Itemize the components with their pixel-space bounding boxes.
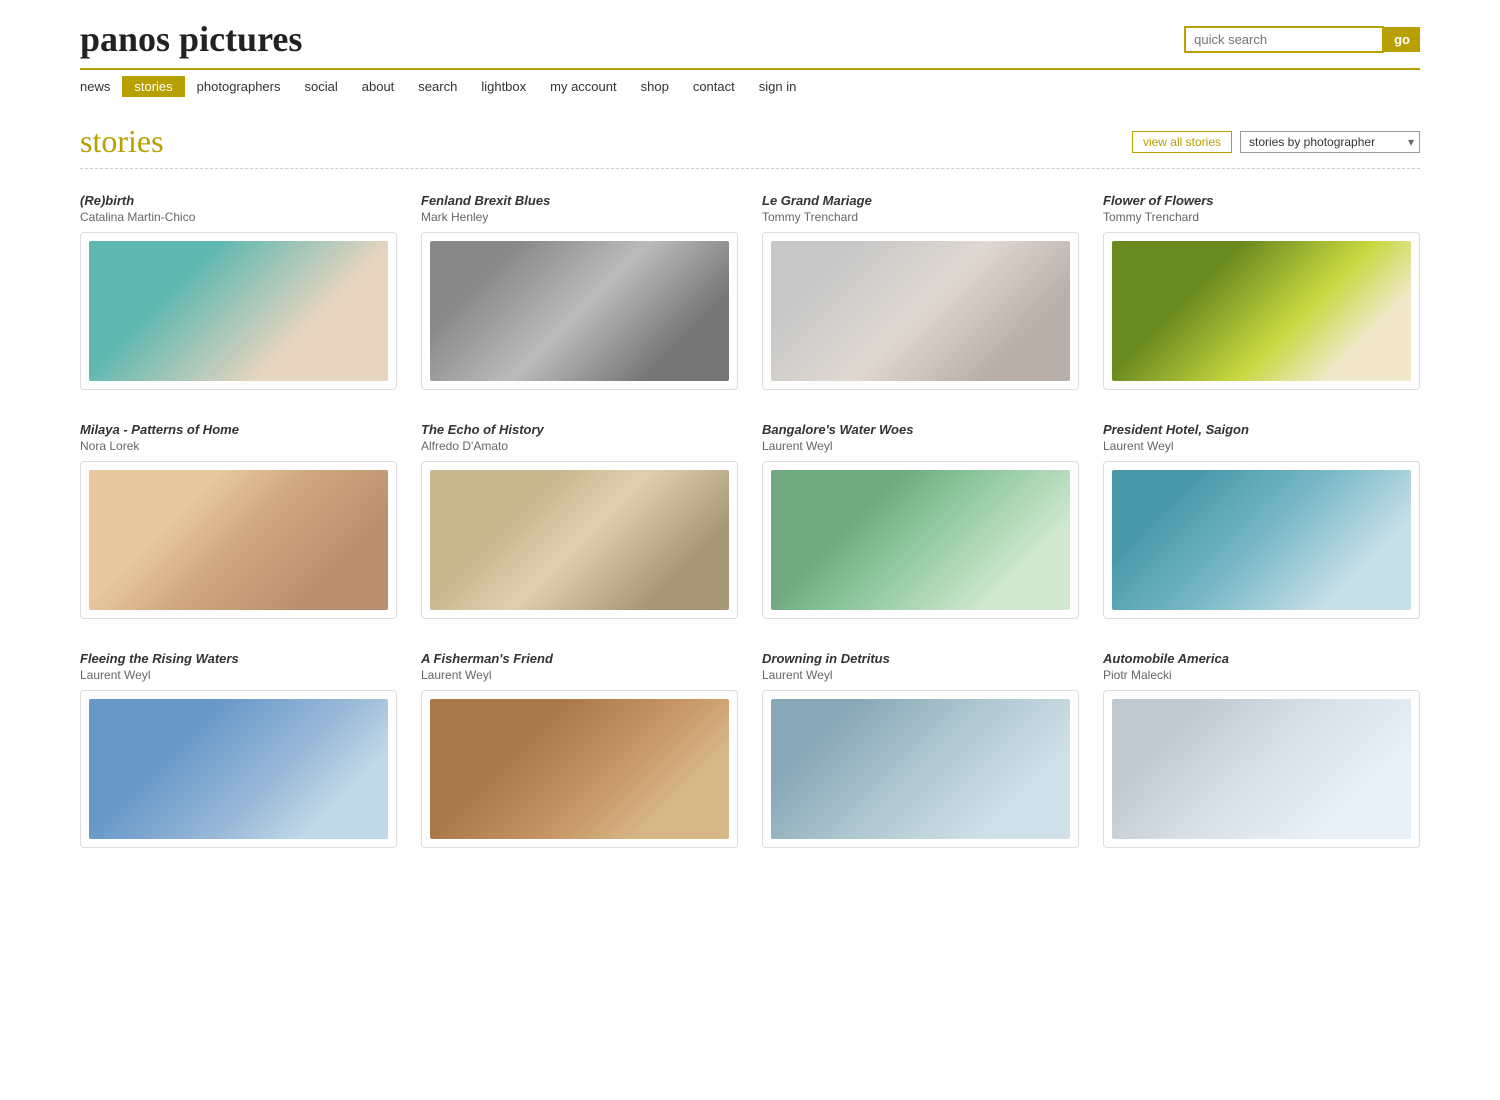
story-photographer: Alfredo D'Amato bbox=[421, 439, 738, 453]
story-title: Milaya - Patterns of Home bbox=[80, 422, 397, 437]
nav-item-shop[interactable]: shop bbox=[629, 76, 681, 97]
story-card[interactable]: Milaya - Patterns of Home Nora Lorek bbox=[80, 422, 397, 619]
search-input[interactable] bbox=[1184, 26, 1384, 53]
story-photographer: Laurent Weyl bbox=[1103, 439, 1420, 453]
story-image-wrapper bbox=[1103, 461, 1420, 619]
story-card[interactable]: Fenland Brexit Blues Mark Henley bbox=[421, 193, 738, 390]
story-title: Automobile America bbox=[1103, 651, 1420, 666]
story-card[interactable]: (Re)birth Catalina Martin-Chico bbox=[80, 193, 397, 390]
story-title: President Hotel, Saigon bbox=[1103, 422, 1420, 437]
search-area: go bbox=[1184, 26, 1420, 53]
main-nav: newsstoriesphotographerssocialaboutsearc… bbox=[80, 68, 1420, 103]
story-title: The Echo of History bbox=[421, 422, 738, 437]
story-photographer: Catalina Martin-Chico bbox=[80, 210, 397, 224]
story-card[interactable]: The Echo of History Alfredo D'Amato bbox=[421, 422, 738, 619]
story-card[interactable]: Flower of Flowers Tommy Trenchard bbox=[1103, 193, 1420, 390]
story-photographer: Laurent Weyl bbox=[421, 668, 738, 682]
story-image-wrapper bbox=[421, 232, 738, 390]
nav-item-social[interactable]: social bbox=[293, 76, 350, 97]
stories-grid: (Re)birth Catalina Martin-Chico Fenland Br… bbox=[80, 193, 1420, 848]
go-button[interactable]: go bbox=[1384, 27, 1420, 52]
nav-item-my-account[interactable]: my account bbox=[538, 76, 628, 97]
view-all-button[interactable]: view all stories bbox=[1132, 131, 1232, 153]
story-photographer: Mark Henley bbox=[421, 210, 738, 224]
story-title: Drowning in Detritus bbox=[762, 651, 1079, 666]
story-image bbox=[89, 241, 388, 381]
story-image bbox=[89, 699, 388, 839]
nav-item-about[interactable]: about bbox=[350, 76, 407, 97]
page-title: stories bbox=[80, 123, 164, 160]
story-image-wrapper bbox=[80, 232, 397, 390]
story-image bbox=[771, 241, 1070, 381]
story-image-wrapper bbox=[80, 690, 397, 848]
story-photographer: Laurent Weyl bbox=[80, 668, 397, 682]
nav-item-contact[interactable]: contact bbox=[681, 76, 747, 97]
story-title: Fenland Brexit Blues bbox=[421, 193, 738, 208]
story-image-wrapper bbox=[762, 690, 1079, 848]
story-title: (Re)birth bbox=[80, 193, 397, 208]
story-image bbox=[771, 470, 1070, 610]
story-photographer: Tommy Trenchard bbox=[1103, 210, 1420, 224]
stories-by-photographer-wrapper: stories by photographerMark HenleyTommy … bbox=[1240, 131, 1420, 153]
story-card[interactable]: Drowning in Detritus Laurent Weyl bbox=[762, 651, 1079, 848]
story-card[interactable]: Le Grand Mariage Tommy Trenchard bbox=[762, 193, 1079, 390]
story-photographer: Piotr Malecki bbox=[1103, 668, 1420, 682]
story-photographer: Tommy Trenchard bbox=[762, 210, 1079, 224]
story-image bbox=[1112, 241, 1411, 381]
story-image bbox=[430, 470, 729, 610]
nav-item-search[interactable]: search bbox=[406, 76, 469, 97]
story-card[interactable]: President Hotel, Saigon Laurent Weyl bbox=[1103, 422, 1420, 619]
story-photographer: Laurent Weyl bbox=[762, 439, 1079, 453]
nav-item-sign-in[interactable]: sign in bbox=[747, 76, 809, 97]
story-image bbox=[1112, 470, 1411, 610]
story-image bbox=[1112, 699, 1411, 839]
nav-item-photographers[interactable]: photographers bbox=[185, 76, 293, 97]
story-photographer: Laurent Weyl bbox=[762, 668, 1079, 682]
stories-controls: view all stories stories by photographer… bbox=[1132, 131, 1420, 153]
divider bbox=[80, 168, 1420, 169]
stories-header: stories view all stories stories by phot… bbox=[80, 123, 1420, 160]
logo[interactable]: panos pictures bbox=[80, 18, 302, 60]
story-title: Bangalore's Water Woes bbox=[762, 422, 1079, 437]
story-title: Flower of Flowers bbox=[1103, 193, 1420, 208]
story-card[interactable]: Automobile America Piotr Malecki bbox=[1103, 651, 1420, 848]
story-image-wrapper bbox=[1103, 232, 1420, 390]
story-title: Fleeing the Rising Waters bbox=[80, 651, 397, 666]
story-image bbox=[430, 241, 729, 381]
story-image-wrapper bbox=[421, 690, 738, 848]
nav-item-stories[interactable]: stories bbox=[122, 76, 184, 97]
nav-item-lightbox[interactable]: lightbox bbox=[469, 76, 538, 97]
story-card[interactable]: A Fisherman's Friend Laurent Weyl bbox=[421, 651, 738, 848]
story-image-wrapper bbox=[421, 461, 738, 619]
story-image bbox=[771, 699, 1070, 839]
story-image bbox=[89, 470, 388, 610]
story-title: Le Grand Mariage bbox=[762, 193, 1079, 208]
story-image bbox=[430, 699, 729, 839]
story-image-wrapper bbox=[762, 461, 1079, 619]
nav-item-news[interactable]: news bbox=[80, 76, 122, 97]
story-image-wrapper bbox=[1103, 690, 1420, 848]
story-image-wrapper bbox=[80, 461, 397, 619]
stories-by-photographer-select[interactable]: stories by photographerMark HenleyTommy … bbox=[1240, 131, 1420, 153]
story-photographer: Nora Lorek bbox=[80, 439, 397, 453]
story-title: A Fisherman's Friend bbox=[421, 651, 738, 666]
story-image-wrapper bbox=[762, 232, 1079, 390]
story-card[interactable]: Bangalore's Water Woes Laurent Weyl bbox=[762, 422, 1079, 619]
story-card[interactable]: Fleeing the Rising Waters Laurent Weyl bbox=[80, 651, 397, 848]
